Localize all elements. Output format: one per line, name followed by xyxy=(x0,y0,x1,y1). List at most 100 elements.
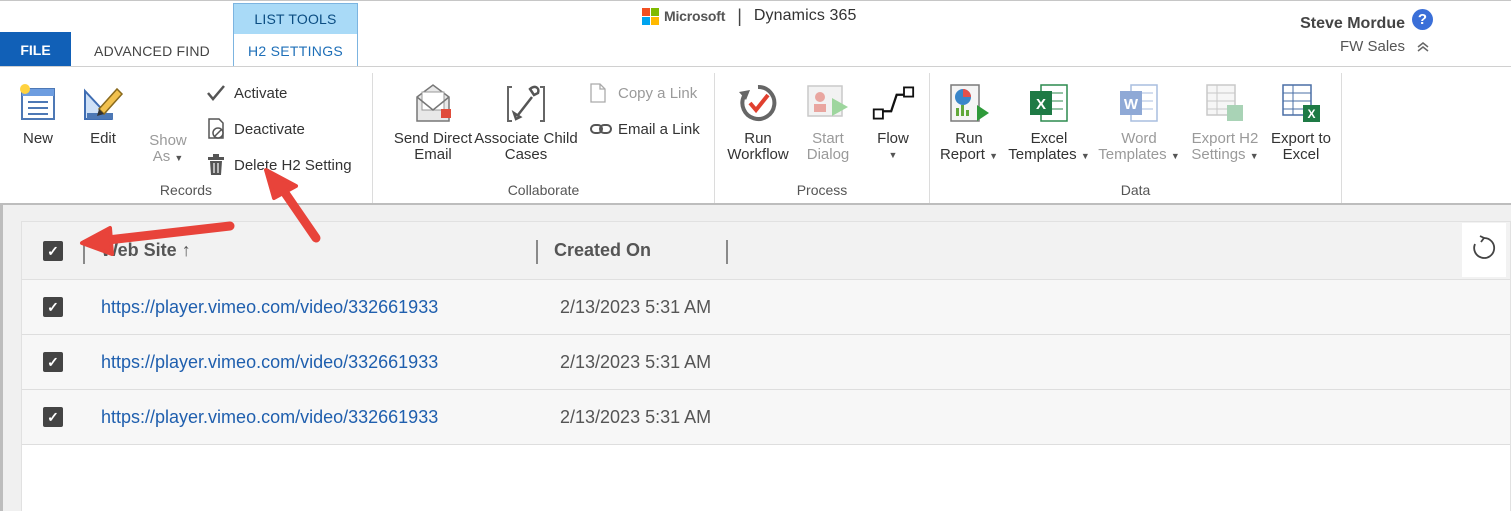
excel-templates-button[interactable]: X Excel Templates ▼ xyxy=(1006,79,1092,164)
show-as-label-2: As ▼ xyxy=(152,148,184,165)
tab-file[interactable]: FILE xyxy=(0,32,71,67)
export-to-excel-label-2: Excel xyxy=(1282,146,1320,163)
row-checkbox[interactable]: ✓ xyxy=(43,407,63,427)
brand-product[interactable]: Dynamics 365 xyxy=(754,7,857,25)
delete-label: Delete H2 Setting xyxy=(234,156,352,174)
web-site-link[interactable]: https://player.vimeo.com/video/332661933 xyxy=(101,407,438,428)
word-templates-label-2: Templates ▼ xyxy=(1098,146,1180,163)
chevron-down-icon: ▼ xyxy=(1080,151,1090,161)
run-workflow-icon xyxy=(736,79,780,127)
send-direct-email-button[interactable]: Send Direct Email xyxy=(381,79,485,163)
email-link-label: Email a Link xyxy=(618,120,700,138)
column-header-created-on[interactable]: Created On xyxy=(554,240,651,261)
svg-text:X: X xyxy=(1036,96,1046,113)
email-link-button[interactable]: Email a Link xyxy=(590,118,700,140)
activate-label: Activate xyxy=(234,84,288,102)
chevron-down-icon: ▼ xyxy=(174,153,184,163)
created-on-cell: 2/13/2023 5:31 AM xyxy=(560,352,712,372)
refresh-button[interactable] xyxy=(1462,223,1506,277)
sort-ascending-icon: ↑ xyxy=(181,240,191,260)
start-dialog-icon xyxy=(806,79,850,127)
refresh-icon xyxy=(1471,234,1497,266)
deactivate-label: Deactivate xyxy=(234,120,305,138)
flow-button[interactable]: Flow ▼ xyxy=(863,79,923,163)
word-icon: W xyxy=(1117,79,1161,127)
checkmark-icon xyxy=(206,84,230,102)
table-row[interactable]: ✓ https://player.vimeo.com/video/3326619… xyxy=(22,335,1510,390)
tab-h2-settings[interactable]: H2 SETTINGS xyxy=(234,34,357,68)
group-label-process: Process xyxy=(796,182,848,198)
microsoft-logo-icon xyxy=(642,7,659,25)
run-report-icon xyxy=(947,79,991,127)
run-report-button[interactable]: Run Report ▼ xyxy=(936,79,1002,164)
tab-advanced-find[interactable]: ADVANCED FIND xyxy=(76,34,228,67)
brand-area: Microsoft | Dynamics 365 xyxy=(642,6,856,26)
group-data: Run Report ▼ X Excel Templates ▼ W Word … xyxy=(930,73,1342,203)
export-to-excel-button[interactable]: X Export to Excel xyxy=(1266,79,1336,163)
group-process: Run Workflow Start Dialog Flow ▼ Process xyxy=(715,73,930,203)
row-checkbox[interactable]: ✓ xyxy=(43,297,63,317)
send-direct-email-label-2: Email xyxy=(414,146,452,163)
edit-button[interactable]: Edit xyxy=(79,79,127,147)
word-templates-button[interactable]: W Word Templates ▼ xyxy=(1096,79,1182,164)
flow-icon xyxy=(871,79,915,127)
copy-link-label: Copy a Link xyxy=(618,84,698,102)
grid-header: ✓ Web Site ↑ Created On xyxy=(22,222,1510,280)
export-excel-icon: X xyxy=(1279,79,1323,127)
flow-label: Flow xyxy=(877,130,909,147)
show-as-button[interactable]: Show As ▼ xyxy=(143,133,193,166)
run-workflow-button[interactable]: Run Workflow xyxy=(721,79,795,163)
send-direct-email-label-1: Send Direct xyxy=(393,130,473,147)
help-icon[interactable]: ? xyxy=(1412,9,1433,30)
delete-button[interactable]: Delete H2 Setting xyxy=(206,154,352,176)
associate-child-cases-button[interactable]: Associate Child Cases xyxy=(471,79,581,163)
created-on-cell: 2/13/2023 5:31 AM xyxy=(560,407,712,427)
run-report-label-1: Run xyxy=(955,130,983,147)
collapse-ribbon-icon[interactable] xyxy=(1417,41,1429,55)
column-separator[interactable] xyxy=(536,240,538,264)
brand-separator: | xyxy=(737,5,742,26)
start-dialog-button[interactable]: Start Dialog xyxy=(795,79,861,163)
org-name[interactable]: FW Sales xyxy=(1340,38,1405,55)
export-h2-icon xyxy=(1203,79,1247,127)
deactivate-button[interactable]: Deactivate xyxy=(206,118,305,140)
copy-link-button[interactable]: Copy a Link xyxy=(590,82,697,104)
grid-container: ✓ Web Site ↑ Created On ✓ https://player… xyxy=(0,203,1511,511)
activate-button[interactable]: Activate xyxy=(206,82,287,104)
associate-icon xyxy=(504,79,548,127)
web-site-link[interactable]: https://player.vimeo.com/video/332661933 xyxy=(101,352,438,373)
run-report-label-2: Report ▼ xyxy=(939,146,999,163)
associate-label-2: Cases xyxy=(504,146,548,163)
copy-link-icon xyxy=(590,83,614,103)
start-dialog-label-1: Start xyxy=(812,130,844,147)
records-grid: ✓ Web Site ↑ Created On ✓ https://player… xyxy=(21,221,1511,511)
run-workflow-label-1: Run xyxy=(744,130,772,147)
new-icon xyxy=(16,79,60,127)
deactivate-icon xyxy=(206,118,230,140)
chevron-down-icon: ▼ xyxy=(1170,151,1180,161)
chain-link-icon xyxy=(590,123,614,135)
column-header-web-site[interactable]: Web Site ↑ xyxy=(101,240,191,261)
top-bar: FILE ADVANCED FIND LIST TOOLS H2 SETTING… xyxy=(0,0,1511,68)
table-row[interactable]: ✓ https://player.vimeo.com/video/3326619… xyxy=(22,390,1510,445)
group-label-data: Data xyxy=(1120,182,1151,198)
user-name[interactable]: Steve Mordue xyxy=(1300,15,1405,33)
group-collaborate: Send Direct Email Associate Child Cases … xyxy=(373,73,715,203)
start-dialog-label-2: Dialog xyxy=(806,146,850,163)
chevron-down-icon: ▼ xyxy=(888,150,898,160)
row-checkbox[interactable]: ✓ xyxy=(43,352,63,372)
edit-label: Edit xyxy=(90,130,116,147)
select-all-checkbox[interactable]: ✓ xyxy=(43,241,63,261)
svg-text:X: X xyxy=(1307,107,1315,121)
excel-templates-label-2: Templates ▼ xyxy=(1008,146,1090,163)
run-workflow-label-2: Workflow xyxy=(727,146,789,163)
associate-label-1: Associate Child xyxy=(474,130,578,147)
web-site-link[interactable]: https://player.vimeo.com/video/332661933 xyxy=(101,297,438,318)
new-button[interactable]: New xyxy=(14,79,62,147)
edit-icon xyxy=(81,79,125,127)
table-row[interactable]: ✓ https://player.vimeo.com/video/3326619… xyxy=(22,280,1510,335)
column-separator[interactable] xyxy=(726,240,728,264)
export-h2-label-2: Settings ▼ xyxy=(1191,146,1259,163)
export-h2-settings-button[interactable]: Export H2 Settings ▼ xyxy=(1186,79,1264,164)
column-separator[interactable] xyxy=(83,240,85,264)
